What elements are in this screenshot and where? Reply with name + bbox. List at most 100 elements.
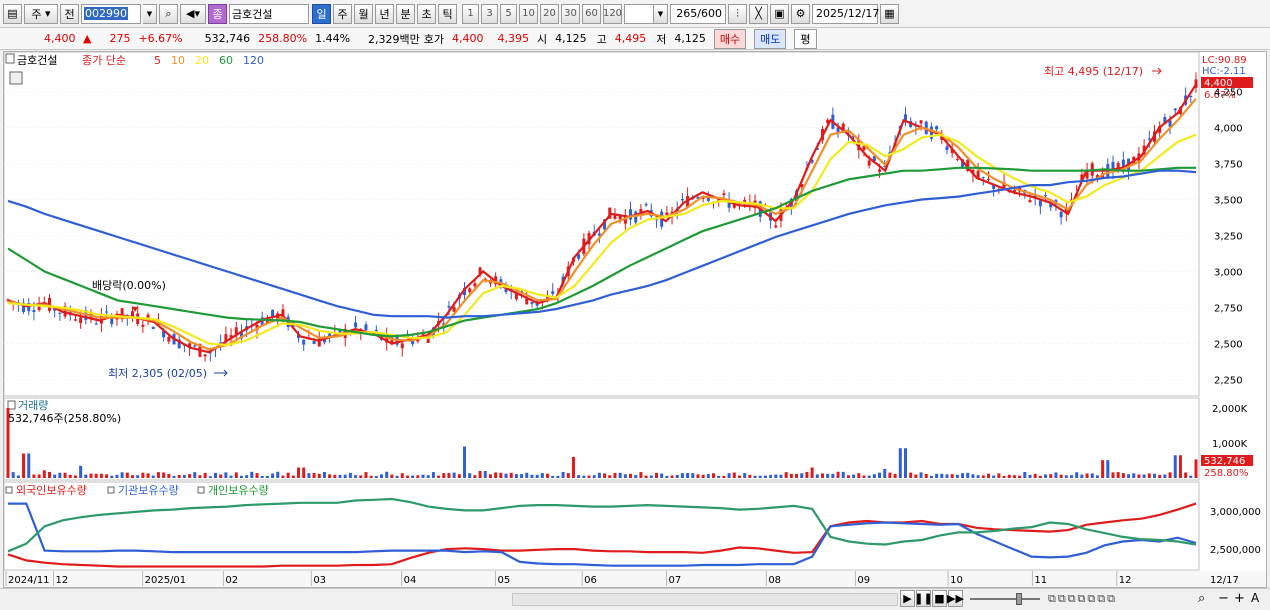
stock-chart[interactable]: 금호건설 종가 단순 5 10 20 60 120 최고 4,495 (12/17) 최…	[3, 51, 1266, 587]
volume-bar	[888, 472, 892, 478]
candle-body	[1044, 195, 1048, 197]
horizontal-scrollbar[interactable]	[512, 593, 898, 606]
open-price: 4,125	[555, 32, 587, 45]
zoom-handle[interactable]	[1016, 593, 1022, 605]
legend-ma-5: 5	[154, 54, 161, 67]
interval-tab-1[interactable]: 주	[333, 3, 352, 24]
volume-bar	[525, 472, 529, 478]
candle-body	[774, 225, 778, 228]
volume-tick-label: 2,000K	[1212, 404, 1248, 415]
volume-bar	[79, 465, 83, 478]
interval-tab-6[interactable]: 틱	[438, 3, 457, 24]
zoom-slider[interactable]	[970, 598, 1040, 600]
volume-bar	[732, 472, 736, 478]
candle-body	[665, 212, 669, 216]
count-button-3[interactable]: 3	[481, 3, 498, 24]
volume-bar	[950, 474, 954, 478]
price-change-pct: +6.67%	[138, 32, 183, 45]
range-input[interactable]: 265/600	[670, 3, 726, 24]
volume-bar	[540, 473, 544, 478]
count-button-20[interactable]: 20	[540, 3, 559, 24]
interval-tab-0[interactable]: 일	[312, 3, 331, 24]
draw-tool-icon[interactable]: ╳	[749, 3, 768, 24]
volume-ratio: 258.80%	[258, 32, 308, 45]
volume-bar	[416, 475, 420, 478]
volume-bar	[1101, 460, 1105, 478]
font-size-icon[interactable]: A	[1251, 591, 1259, 605]
turnover: 1.44%	[315, 32, 351, 45]
stock-code-input[interactable]: 002990	[81, 3, 141, 24]
plus-icon[interactable]: +	[1234, 591, 1245, 606]
chart-type-icon[interactable]: ▤	[3, 3, 22, 24]
count-button-1[interactable]: 1	[462, 3, 479, 24]
legend-foreign: 외국인보유수량	[16, 484, 87, 497]
volume-bar	[940, 473, 944, 478]
prev-button[interactable]: 전	[60, 3, 79, 24]
volume-bar	[354, 475, 358, 478]
count-button-60[interactable]: 60	[582, 3, 601, 24]
volume-bar	[551, 475, 555, 478]
volume-bar	[1142, 474, 1146, 478]
stop-icon[interactable]: ■	[932, 590, 947, 607]
investor-panel	[3, 481, 1200, 571]
legend-stock-name: 금호건설	[17, 54, 57, 67]
calculator-icon[interactable]	[9, 71, 23, 85]
eval-button[interactable]: 평	[794, 28, 817, 49]
chart-panel[interactable]: 금호건설 종가 단순 5 10 20 60 120 최고 4,495 (12/17) 최…	[3, 51, 1267, 588]
stock-name-field[interactable]: 금호건설	[229, 3, 309, 24]
buy-button[interactable]: 매수	[713, 28, 747, 49]
count-button-120[interactable]: 120	[603, 3, 622, 24]
volume-bar	[328, 474, 332, 478]
volume-bar	[250, 471, 254, 478]
calendar-icon[interactable]: ▦	[880, 3, 899, 24]
volume-bar	[867, 475, 871, 478]
candle-icon[interactable]: ⫶	[728, 3, 747, 24]
search-icon[interactable]: ⌕	[159, 3, 178, 24]
volume-bar	[722, 475, 726, 478]
volume-bar	[214, 472, 218, 478]
volume-bar	[1127, 474, 1131, 478]
date-input[interactable]: 2025/12/17	[812, 3, 879, 24]
volume-bar	[255, 473, 259, 478]
minus-icon[interactable]: −	[1218, 591, 1229, 606]
volume-bar	[639, 472, 643, 478]
speaker-icon[interactable]: ◀▾	[180, 3, 206, 24]
extra-dropdown[interactable]	[624, 3, 654, 24]
gear-icon[interactable]: ⚙	[791, 3, 810, 24]
volume-bar	[914, 474, 918, 478]
count-button-30[interactable]: 30	[561, 3, 580, 24]
interval-tab-3[interactable]: 년	[375, 3, 394, 24]
chevron-down-icon[interactable]: ▼	[654, 3, 668, 24]
chevron-down-icon[interactable]: ▼	[143, 3, 157, 24]
volume-bar	[369, 475, 373, 478]
candle-body	[73, 319, 77, 321]
volume-bar	[1049, 474, 1053, 478]
interval-tab-5[interactable]: 초	[417, 3, 436, 24]
volume-bar	[110, 475, 114, 478]
sell-button[interactable]: 매도	[754, 28, 787, 49]
pause-icon[interactable]: ❚❚	[914, 590, 933, 607]
play-icon[interactable]: ▶	[900, 590, 915, 607]
fast-forward-icon[interactable]: ▶▶	[947, 590, 964, 607]
volume-bar	[743, 473, 747, 478]
save-icon[interactable]: ▣	[770, 3, 789, 24]
view-tools-icon[interactable]: ⧉⧉⧉⧉⧉⧉⧉	[1048, 592, 1117, 606]
volume-bar	[1147, 473, 1151, 478]
zoom-out-icon[interactable]: ⌕	[1198, 591, 1205, 606]
volume-bar	[878, 472, 882, 478]
volume-bar	[1038, 475, 1042, 478]
x-tick-label: 12	[1119, 575, 1132, 586]
count-button-10[interactable]: 10	[519, 3, 538, 24]
volume-bar	[893, 473, 897, 478]
volume-bar	[795, 473, 799, 478]
count-button-5[interactable]: 5	[500, 3, 517, 24]
x-tick-label: 12/17	[1210, 575, 1239, 586]
period-select[interactable]: 주 ▾	[24, 3, 58, 24]
interval-tab-2[interactable]: 월	[354, 3, 373, 24]
candle-body	[312, 341, 316, 344]
volume-bar	[84, 474, 88, 478]
volume-bar	[660, 473, 664, 478]
y-tick-label: 4,000	[1214, 123, 1243, 134]
interval-tab-4[interactable]: 분	[396, 3, 415, 24]
candle-body	[722, 193, 726, 196]
